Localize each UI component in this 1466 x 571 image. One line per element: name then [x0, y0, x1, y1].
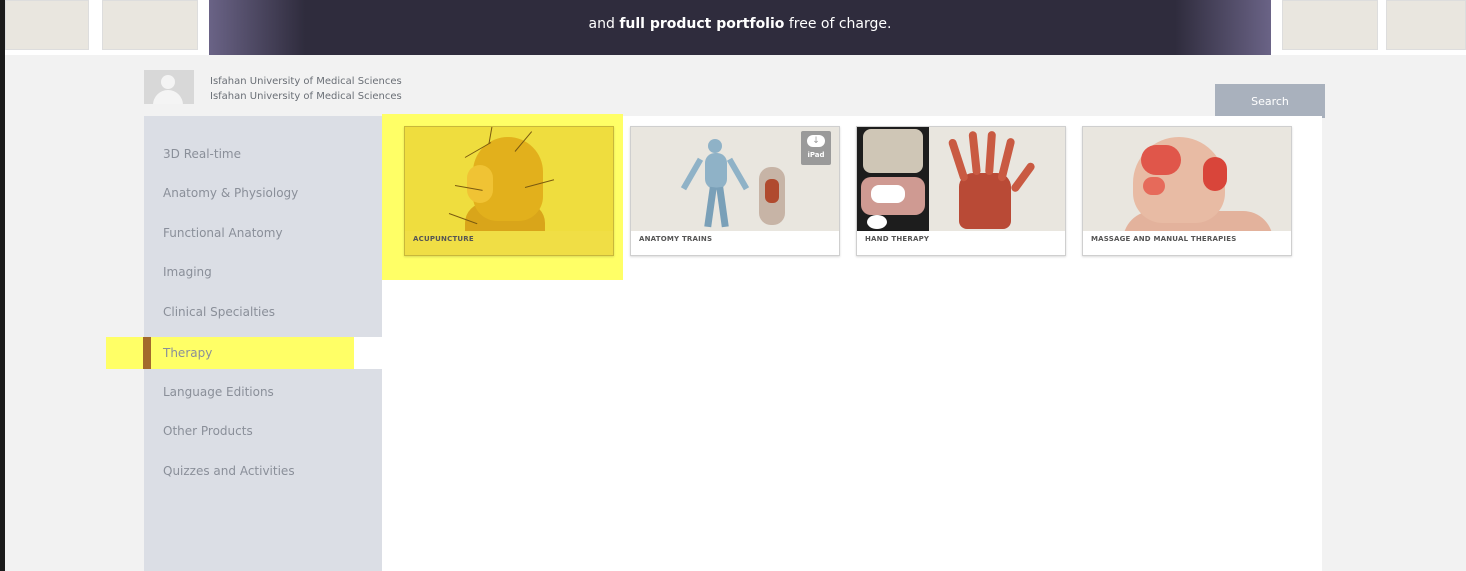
sidebar-item-language-editions[interactable]: Language Editions [144, 374, 382, 410]
product-label: MASSAGE AND MANUAL THERAPIES [1091, 235, 1237, 243]
product-carousel: and full product portfolio free of charg… [5, 0, 1466, 55]
sidebar-item-quizzes-activities[interactable]: Quizzes and Activities [144, 453, 382, 489]
promo-banner-text: and full product portfolio free of charg… [588, 16, 892, 32]
product-thumbnail [405, 127, 613, 231]
product-label: ANATOMY TRAINS [639, 235, 713, 243]
sidebar-item-imaging[interactable]: Imaging [144, 254, 382, 290]
carousel-thumb[interactable] [1282, 0, 1378, 50]
window-edge [0, 0, 5, 571]
sidebar-item-other-products[interactable]: Other Products [144, 413, 382, 449]
product-card-acupuncture[interactable]: ACUPUNCTURE [404, 126, 614, 256]
active-marker [143, 337, 151, 369]
search-button[interactable]: Search [1215, 84, 1325, 118]
sidebar-item-3d-real-time[interactable]: 3D Real-time [144, 136, 382, 172]
carousel-thumb[interactable] [102, 0, 198, 50]
sidebar-item-functional-anatomy[interactable]: Functional Anatomy [144, 215, 382, 251]
sidebar-item-therapy[interactable]: Therapy [106, 337, 382, 369]
product-thumbnail: ↓ iPad [631, 127, 839, 231]
avatar [144, 70, 194, 104]
product-thumbnail [1083, 127, 1291, 231]
sidebar-item-label: Therapy [163, 346, 213, 360]
sidebar-item-anatomy-physiology[interactable]: Anatomy & Physiology [144, 175, 382, 211]
carousel-thumb[interactable] [5, 0, 89, 50]
product-card-hand-therapy[interactable]: HAND THERAPY [856, 126, 1066, 256]
product-thumbnail [857, 127, 1065, 231]
product-card-massage-manual-therapies[interactable]: MASSAGE AND MANUAL THERAPIES [1082, 126, 1292, 256]
institution-name-secondary: Isfahan University of Medical Sciences [210, 91, 402, 102]
institution-info: Isfahan University of Medical Sciences I… [210, 74, 402, 104]
product-label: ACUPUNCTURE [413, 235, 474, 243]
ipad-download-icon: ↓ iPad [801, 131, 831, 165]
product-label: HAND THERAPY [865, 235, 930, 243]
sidebar-item-clinical-specialties[interactable]: Clinical Specialties [144, 294, 382, 330]
carousel-thumb[interactable] [1386, 0, 1466, 50]
product-card-anatomy-trains[interactable]: ↓ iPad ANATOMY TRAINS [630, 126, 840, 256]
institution-name: Isfahan University of Medical Sciences [210, 76, 402, 87]
promo-banner[interactable]: and full product portfolio free of charg… [209, 0, 1271, 55]
